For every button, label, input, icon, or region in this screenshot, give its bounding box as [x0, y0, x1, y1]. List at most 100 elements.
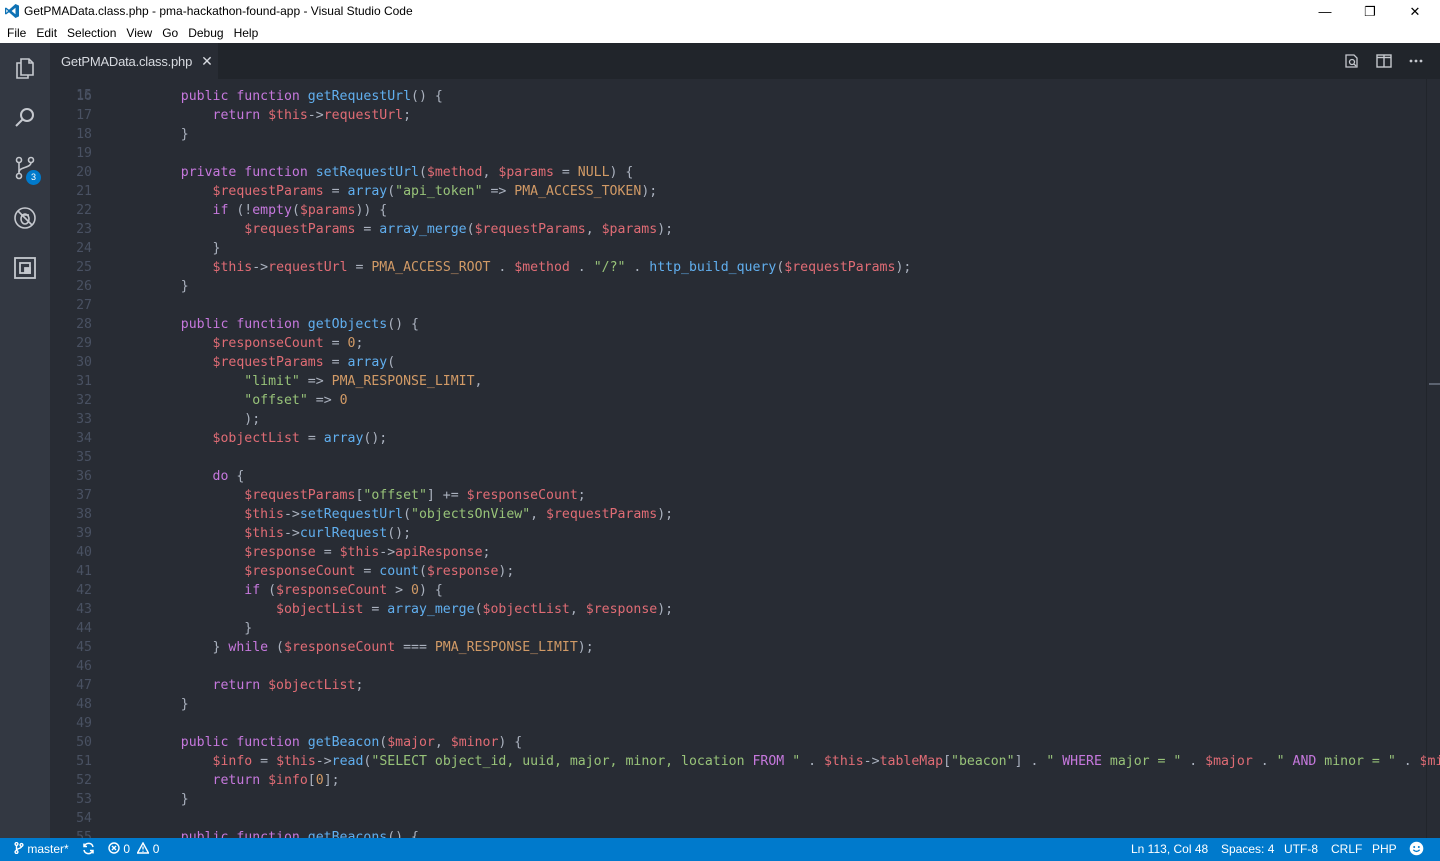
- code-token: ->: [307, 108, 324, 123]
- code-line: 55 public function getBeacons() {: [50, 828, 1422, 838]
- code-line: 43 $objectList = array_merge($objectList…: [50, 600, 1422, 619]
- line-number: 45: [76, 640, 92, 655]
- code-text: }: [149, 695, 189, 714]
- code-token: $objectList: [482, 602, 570, 617]
- cursor-position[interactable]: Ln 113, Col 48: [1131, 842, 1208, 856]
- code-token: requestUrl: [323, 108, 404, 123]
- sync-icon[interactable]: [82, 842, 95, 858]
- menu-edit[interactable]: Edit: [31, 23, 62, 43]
- code-text: public function getBeacon($major, $minor…: [149, 733, 522, 752]
- line-number: 47: [76, 678, 92, 693]
- code-token: =: [355, 564, 380, 579]
- code-token: "objectsOnView": [411, 507, 531, 522]
- code-token: ;: [482, 545, 491, 560]
- code-token: $method: [514, 260, 570, 275]
- code-text: }: [149, 277, 189, 296]
- code-token: $info: [268, 773, 308, 788]
- code-token: array: [347, 184, 388, 199]
- code-text: private function setRequestUrl($method, …: [149, 163, 634, 182]
- code-token: [: [307, 773, 316, 788]
- code-token: return: [149, 108, 269, 123]
- code-token: AND: [1292, 754, 1317, 769]
- code-token: () {: [387, 830, 419, 838]
- code-line: 33 );: [50, 410, 1422, 429]
- source-control-icon[interactable]: 3: [0, 144, 50, 192]
- code-token: ": [1276, 754, 1293, 769]
- code-token: }: [149, 279, 189, 294]
- code-text: $requestParams = array(: [149, 353, 396, 372]
- code-token: $response: [426, 564, 499, 579]
- code-token: array_merge: [387, 602, 475, 617]
- code-token: "/?": [593, 260, 626, 275]
- branch-name: master*: [27, 842, 69, 856]
- code-token: =: [363, 602, 388, 617]
- menu-debug[interactable]: Debug: [183, 23, 228, 43]
- code-token: getBeacons: [307, 830, 388, 838]
- line-number: 23: [76, 222, 92, 237]
- code-line: 25 $this->requestUrl = PMA_ACCESS_ROOT .…: [50, 258, 1422, 277]
- menu-view[interactable]: View: [121, 23, 157, 43]
- code-token: ;: [355, 336, 364, 351]
- code-token: tableMap: [879, 754, 944, 769]
- menu-help[interactable]: Help: [229, 23, 264, 43]
- line-number: 28: [76, 317, 92, 332]
- language-mode[interactable]: PHP: [1372, 842, 1397, 856]
- more-icon[interactable]: [1400, 43, 1432, 79]
- error-count: 0: [123, 842, 131, 856]
- problems-indicator[interactable]: 0 0: [108, 841, 159, 856]
- code-token: ->: [863, 754, 880, 769]
- code-line: 30 $requestParams = array(: [50, 353, 1422, 372]
- code-line: 41 $responseCount = count($response);: [50, 562, 1422, 581]
- code-token: .: [490, 260, 515, 275]
- code-token: read: [331, 754, 364, 769]
- code-token: array: [323, 431, 364, 446]
- code-line: 53 }: [50, 790, 1422, 809]
- code-token: ,: [530, 507, 547, 522]
- code-token: 0: [315, 773, 324, 788]
- menu-file[interactable]: File: [2, 23, 31, 43]
- code-line: 42 if ($responseCount > 0) {: [50, 581, 1422, 600]
- code-token: ) {: [498, 735, 523, 750]
- maximize-button[interactable]: ❐: [1347, 0, 1393, 23]
- code-token: (: [418, 165, 427, 180]
- code-line: 40 $response = $this->apiResponse;: [50, 543, 1422, 562]
- code-line: 52 return $info[0];: [50, 771, 1422, 790]
- minimize-button[interactable]: —: [1302, 0, 1348, 23]
- code-token: );: [498, 564, 515, 579]
- editor-scrollbar[interactable]: [1426, 79, 1440, 838]
- line-number: 21: [76, 184, 92, 199]
- tab-getpmadata[interactable]: GetPMAData.class.php ✕: [50, 43, 218, 79]
- menu-selection[interactable]: Selection: [62, 23, 121, 43]
- branch-indicator[interactable]: master*: [14, 841, 69, 856]
- code-token: ) {: [609, 165, 634, 180]
- encoding[interactable]: UTF-8: [1284, 842, 1318, 856]
- extensions-icon[interactable]: [0, 244, 50, 292]
- open-changes-icon[interactable]: [1336, 43, 1368, 79]
- explorer-icon[interactable]: [0, 44, 50, 92]
- code-token: $responseCount: [244, 564, 356, 579]
- indentation[interactable]: Spaces: 4: [1221, 842, 1274, 856]
- window-title: GetPMAData.class.php - pma-hackathon-fou…: [24, 4, 413, 18]
- close-window-button[interactable]: ✕: [1392, 0, 1438, 23]
- split-editor-icon[interactable]: [1368, 43, 1400, 79]
- tab-close-icon[interactable]: ✕: [201, 53, 213, 70]
- editor-actions: [1336, 43, 1432, 79]
- code-token: ->: [283, 507, 300, 522]
- code-editor[interactable]: 15 16 public function getRequestUrl() {1…: [50, 79, 1440, 838]
- code-token: setRequestUrl: [315, 165, 419, 180]
- code-token: public function: [149, 830, 308, 838]
- line-number: 44: [76, 621, 92, 636]
- code-token: (: [387, 355, 396, 370]
- feedback-smiley-icon[interactable]: [1409, 841, 1424, 859]
- line-ending[interactable]: CRLF: [1331, 842, 1362, 856]
- search-icon[interactable]: [0, 94, 50, 142]
- line-number: 46: [76, 659, 92, 674]
- debug-icon[interactable]: [0, 194, 50, 242]
- code-line: 36 do {: [50, 467, 1422, 486]
- code-token: ();: [387, 526, 412, 541]
- menu-go[interactable]: Go: [157, 23, 183, 43]
- line-number: 19: [76, 146, 92, 161]
